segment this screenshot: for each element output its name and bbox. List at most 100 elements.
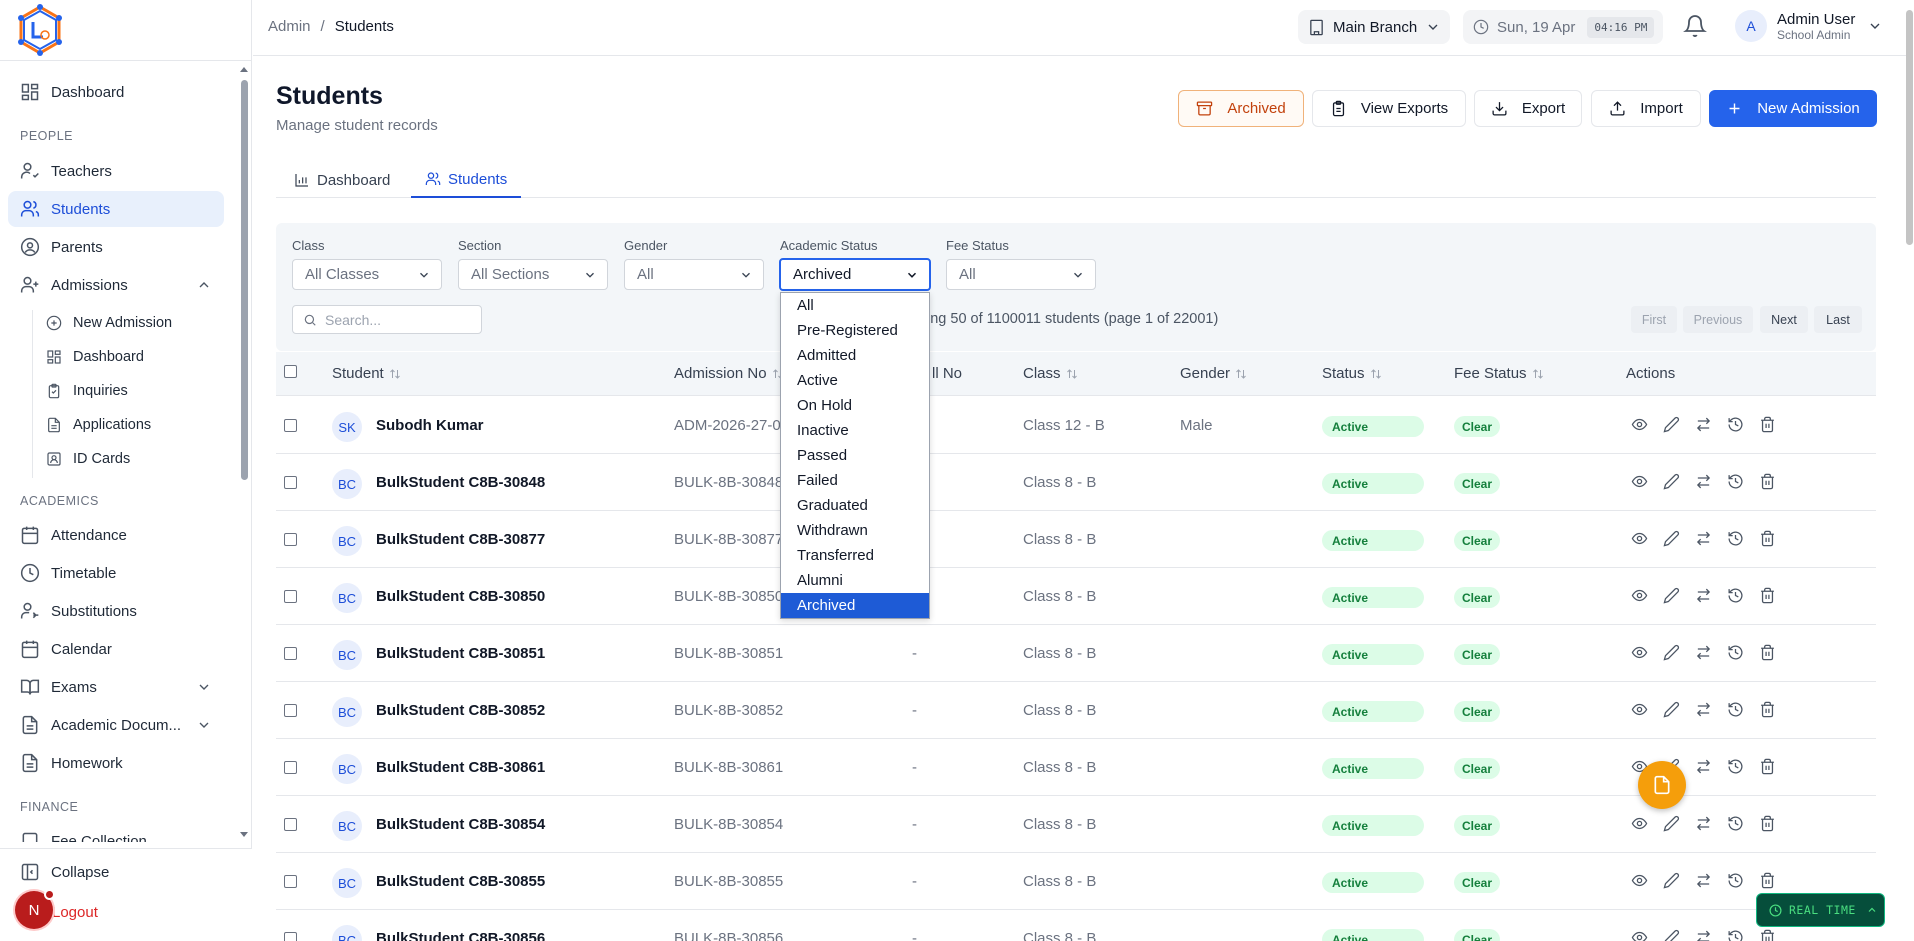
sidebar-subitem-dashboard[interactable]: Dashboard bbox=[46, 341, 144, 373]
collapse-button[interactable]: Collapse bbox=[20, 862, 109, 882]
transfer-icon[interactable] bbox=[1695, 872, 1712, 889]
eye-icon[interactable] bbox=[1631, 929, 1648, 941]
dropdown-option[interactable]: Transferred bbox=[781, 543, 929, 568]
sidebar-item-timetable[interactable]: Timetable bbox=[8, 555, 224, 591]
trash-icon[interactable] bbox=[1759, 815, 1776, 832]
dropdown-option[interactable]: Archived bbox=[781, 593, 929, 618]
eye-icon[interactable] bbox=[1631, 815, 1648, 832]
pencil-icon[interactable] bbox=[1663, 929, 1680, 941]
next-page-button[interactable]: Next bbox=[1760, 306, 1808, 333]
student-name[interactable]: BulkStudent C8B-30850 bbox=[376, 588, 545, 605]
sidebar-subitem-id-cards[interactable]: ID Cards bbox=[46, 443, 130, 475]
table-row[interactable]: BC BulkStudent C8B-30855 BULK-8B-30855 - Cla… bbox=[276, 853, 1876, 910]
section-select[interactable]: All Sections bbox=[458, 259, 608, 290]
fee-status-select[interactable]: All bbox=[946, 259, 1096, 290]
previous-page-button[interactable]: Previous bbox=[1683, 306, 1753, 333]
table-row[interactable]: BC BulkStudent C8B-30852 BULK-8B-30852 - Cla… bbox=[276, 682, 1876, 739]
dropdown-option[interactable]: Alumni bbox=[781, 568, 929, 593]
pencil-icon[interactable] bbox=[1663, 416, 1680, 433]
history-icon[interactable] bbox=[1727, 758, 1744, 775]
sidebar-subitem-new-admission[interactable]: New Admission bbox=[46, 307, 172, 339]
table-row[interactable]: SK Subodh Kumar ADM-2026-27-0 Class 12 - B M… bbox=[276, 397, 1876, 454]
trash-icon[interactable] bbox=[1759, 587, 1776, 604]
student-name[interactable]: BulkStudent C8B-30877 bbox=[376, 531, 545, 548]
column-admission-no[interactable]: Admission No bbox=[674, 365, 784, 382]
transfer-icon[interactable] bbox=[1695, 587, 1712, 604]
dropdown-option[interactable]: Failed bbox=[781, 468, 929, 493]
sidebar-item-academic-documents[interactable]: Academic Docum... bbox=[8, 707, 224, 743]
history-icon[interactable] bbox=[1727, 644, 1744, 661]
dropdown-option[interactable]: Inactive bbox=[781, 418, 929, 443]
dropdown-option[interactable]: Passed bbox=[781, 443, 929, 468]
student-name[interactable]: BulkStudent C8B-30852 bbox=[376, 702, 545, 719]
new-admission-button[interactable]: New Admission bbox=[1709, 90, 1877, 127]
transfer-icon[interactable] bbox=[1695, 416, 1712, 433]
trash-icon[interactable] bbox=[1759, 929, 1776, 941]
row-checkbox[interactable] bbox=[284, 875, 297, 888]
chevron-up-icon[interactable] bbox=[196, 277, 212, 293]
tab-students[interactable]: Students bbox=[411, 162, 522, 198]
dropdown-option[interactable]: Active bbox=[781, 368, 929, 393]
transfer-icon[interactable] bbox=[1695, 701, 1712, 718]
student-name[interactable]: BulkStudent C8B-30856 bbox=[376, 930, 545, 941]
select-all-checkbox[interactable] bbox=[284, 365, 297, 378]
history-icon[interactable] bbox=[1727, 473, 1744, 490]
trash-icon[interactable] bbox=[1759, 473, 1776, 490]
sidebar-item-attendance[interactable]: Attendance bbox=[8, 517, 224, 553]
row-checkbox[interactable] bbox=[284, 533, 297, 546]
row-checkbox[interactable] bbox=[284, 419, 297, 432]
app-logo[interactable] bbox=[14, 2, 66, 58]
sidebar-subitem-applications[interactable]: Applications bbox=[46, 409, 151, 441]
trash-icon[interactable] bbox=[1759, 530, 1776, 547]
eye-icon[interactable] bbox=[1631, 416, 1648, 433]
sidebar-item-parents[interactable]: Parents bbox=[8, 229, 224, 265]
dropdown-option[interactable]: Pre-Registered bbox=[781, 318, 929, 343]
eye-icon[interactable] bbox=[1631, 872, 1648, 889]
history-icon[interactable] bbox=[1727, 872, 1744, 889]
student-name[interactable]: BulkStudent C8B-30848 bbox=[376, 474, 545, 491]
last-page-button[interactable]: Last bbox=[1814, 306, 1862, 333]
table-row[interactable]: BC BulkStudent C8B-30851 BULK-8B-30851 - Cla… bbox=[276, 625, 1876, 682]
academic-status-select[interactable]: Archived bbox=[779, 258, 931, 291]
import-button[interactable]: Import bbox=[1591, 90, 1701, 127]
page-scrollbar-thumb[interactable] bbox=[1906, 10, 1913, 245]
table-row[interactable]: BC BulkStudent C8B-30856 BULK-8B-30856 - Cla… bbox=[276, 910, 1876, 941]
history-icon[interactable] bbox=[1727, 416, 1744, 433]
sidebar-item-calendar[interactable]: Calendar bbox=[8, 631, 224, 667]
sidebar-item-substitutions[interactable]: Substitutions bbox=[8, 593, 224, 629]
pencil-icon[interactable] bbox=[1663, 530, 1680, 547]
transfer-icon[interactable] bbox=[1695, 644, 1712, 661]
eye-icon[interactable] bbox=[1631, 587, 1648, 604]
student-name[interactable]: BulkStudent C8B-30854 bbox=[376, 816, 545, 833]
column-status[interactable]: Status bbox=[1322, 365, 1382, 382]
sidebar-item-exams[interactable]: Exams bbox=[8, 669, 224, 705]
table-row[interactable]: BC BulkStudent C8B-30861 BULK-8B-30861 - Cla… bbox=[276, 739, 1876, 796]
breadcrumb-root[interactable]: Admin bbox=[268, 18, 311, 35]
column-student[interactable]: Student bbox=[332, 365, 401, 382]
dropdown-option[interactable]: On Hold bbox=[781, 393, 929, 418]
page-scrollbar[interactable] bbox=[1904, 0, 1914, 941]
table-row[interactable]: BC BulkStudent C8B-30877 BULK-8B-30877 Clas… bbox=[276, 511, 1876, 568]
transfer-icon[interactable] bbox=[1695, 530, 1712, 547]
pencil-icon[interactable] bbox=[1663, 587, 1680, 604]
student-name[interactable]: BulkStudent C8B-30861 bbox=[376, 759, 545, 776]
row-checkbox[interactable] bbox=[284, 932, 297, 941]
row-checkbox[interactable] bbox=[284, 647, 297, 660]
first-page-button[interactable]: First bbox=[1631, 306, 1677, 333]
column-gender[interactable]: Gender bbox=[1180, 365, 1247, 382]
chevron-down-icon[interactable] bbox=[196, 679, 212, 695]
pencil-icon[interactable] bbox=[1663, 473, 1680, 490]
trash-icon[interactable] bbox=[1759, 416, 1776, 433]
pencil-icon[interactable] bbox=[1663, 872, 1680, 889]
sidebar-scrollbar-thumb[interactable] bbox=[241, 80, 248, 480]
trash-icon[interactable] bbox=[1759, 644, 1776, 661]
table-row[interactable]: BC BulkStudent C8B-30850 BULK-8B-30850 Clas… bbox=[276, 568, 1876, 625]
eye-icon[interactable] bbox=[1631, 701, 1648, 718]
sidebar-subitem-inquiries[interactable]: Inquiries bbox=[46, 375, 128, 407]
student-name[interactable]: Subodh Kumar bbox=[376, 417, 484, 434]
history-icon[interactable] bbox=[1727, 587, 1744, 604]
transfer-icon[interactable] bbox=[1695, 473, 1712, 490]
dropdown-option[interactable]: Admitted bbox=[781, 343, 929, 368]
floating-action-button[interactable] bbox=[1638, 761, 1686, 809]
eye-icon[interactable] bbox=[1631, 530, 1648, 547]
